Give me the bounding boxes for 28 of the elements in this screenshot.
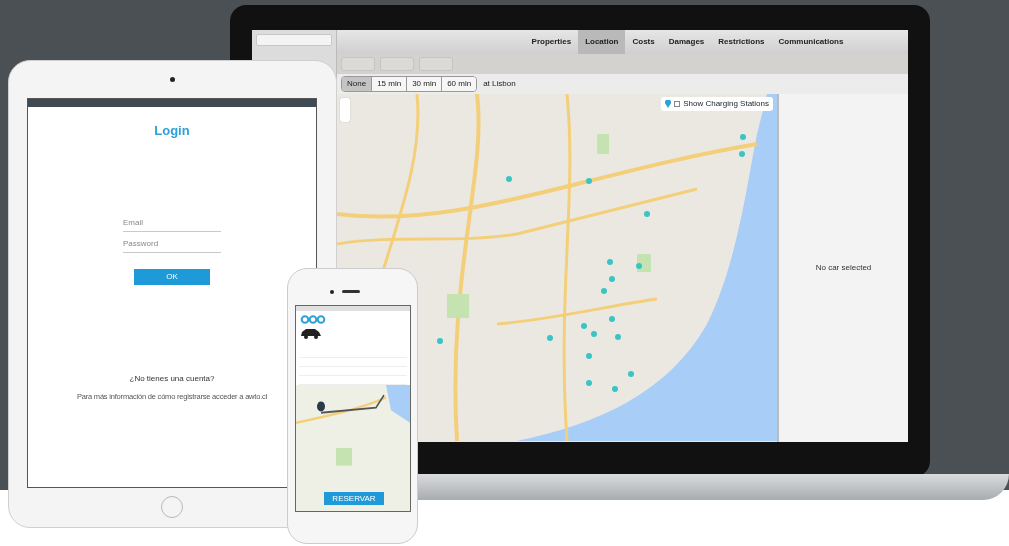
camera-icon — [170, 77, 175, 82]
login-title: Login — [154, 122, 190, 140]
location-label: at Lisbon — [483, 78, 516, 90]
signup-question: ¿No tienes una cuenta? — [129, 372, 215, 385]
car-icon — [300, 327, 322, 339]
search-field[interactable] — [256, 34, 332, 46]
input-field[interactable]: Password — [123, 231, 221, 253]
time-filter-button[interactable]: 60 min — [442, 77, 477, 91]
tab[interactable]: Communications — [771, 30, 851, 54]
time-filter-button[interactable]: None — [342, 77, 373, 91]
tab[interactable]: Restrictions — [711, 30, 772, 54]
map-pin-icon — [665, 100, 672, 108]
input-field[interactable]: Email — [123, 210, 221, 232]
tab[interactable]: Costs — [625, 30, 662, 54]
time-filter-button[interactable]: 15 min — [372, 77, 408, 91]
zoom-control[interactable] — [340, 98, 350, 122]
tab[interactable]: Location — [578, 30, 626, 54]
empty-message: No car selected — [815, 262, 872, 274]
checkbox-label: Show Charging Stations — [683, 98, 769, 110]
logo-icon — [300, 315, 326, 324]
checkbox[interactable] — [674, 101, 681, 107]
speaker-icon — [342, 290, 360, 293]
tab[interactable]: Properties — [524, 30, 579, 54]
map[interactable]: Show Charging Stations — [337, 94, 777, 442]
camera-icon — [330, 290, 334, 294]
time-filter-button[interactable]: 30 min — [407, 77, 443, 91]
charging-toggle[interactable]: Show Charging Stations — [661, 97, 773, 111]
tab[interactable]: Damages — [661, 30, 712, 54]
